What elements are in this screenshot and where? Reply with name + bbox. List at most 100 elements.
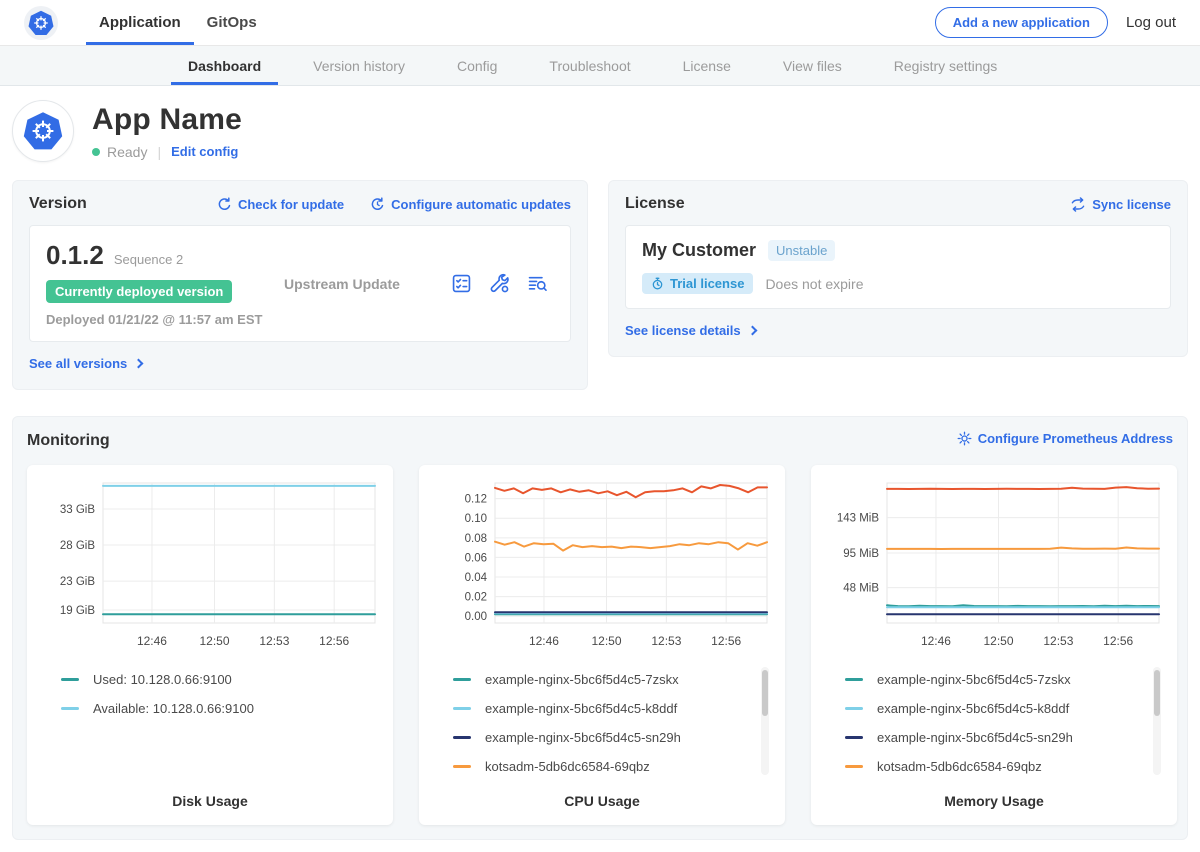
- svg-text:12:46: 12:46: [137, 634, 167, 648]
- legend-scrollbar-thumb[interactable]: [1154, 670, 1160, 716]
- see-all-versions-label: See all versions: [29, 356, 127, 371]
- disk-usage-chart-card: 19 GiB23 GiB28 GiB33 GiB12:4612:5012:531…: [27, 465, 393, 825]
- legend-color-dash: [845, 736, 863, 739]
- svg-text:0.06: 0.06: [465, 552, 487, 564]
- legend-color-dash: [453, 765, 471, 768]
- svg-text:12:50: 12:50: [592, 634, 622, 648]
- svg-text:33 GiB: 33 GiB: [60, 504, 95, 516]
- svg-text:0.04: 0.04: [465, 572, 488, 584]
- legend-color-dash: [61, 678, 79, 681]
- edit-config-label: Edit config: [171, 144, 238, 159]
- navbar-tab-application[interactable]: Application: [86, 0, 194, 45]
- logout-button[interactable]: Log out: [1126, 14, 1176, 31]
- legend-label: example-nginx-5bc6f5d4c5-7zskx: [485, 672, 679, 687]
- top-navbar: Application GitOps Add a new application…: [0, 0, 1200, 46]
- chevron-right-icon: [134, 359, 144, 369]
- svg-text:28 GiB: 28 GiB: [60, 540, 95, 552]
- svg-text:0.12: 0.12: [465, 494, 487, 506]
- subnav-tab-troubleshoot[interactable]: Troubleshoot: [532, 46, 647, 85]
- legend-color-dash: [845, 678, 863, 681]
- legend-item: example-nginx-5bc6f5d4c5-7zskx: [453, 665, 773, 694]
- svg-text:143 MiB: 143 MiB: [837, 513, 880, 525]
- navbar-tab-gitops[interactable]: GitOps: [194, 0, 270, 45]
- see-all-versions-link[interactable]: See all versions: [29, 356, 142, 371]
- chart-title-cpu: CPU Usage: [431, 793, 773, 809]
- legend-label: example-nginx-5bc6f5d4c5-k8ddf: [877, 701, 1069, 716]
- svg-text:48 MiB: 48 MiB: [843, 583, 879, 595]
- svg-text:19 GiB: 19 GiB: [60, 605, 95, 617]
- app-avatar: [12, 100, 74, 162]
- legend-scrollbar[interactable]: [761, 667, 769, 775]
- legend-scrollbar-thumb[interactable]: [762, 670, 768, 716]
- legend-label: example-nginx-5bc6f5d4c5-k8ddf: [485, 701, 677, 716]
- subnav-tab-version-history[interactable]: Version history: [296, 46, 422, 85]
- configure-automatic-updates-link[interactable]: Configure automatic updates: [370, 197, 571, 212]
- sync-license-link[interactable]: Sync license: [1070, 197, 1171, 212]
- sync-arrows-icon: [1070, 197, 1086, 212]
- trial-license-label: Trial license: [670, 276, 744, 291]
- license-box: My Customer Unstable Trial license Does …: [625, 225, 1171, 309]
- chevron-right-icon: [747, 326, 757, 336]
- legend-item: example-nginx-5bc6f5d4c5-7zskx: [845, 665, 1165, 694]
- legend-label: example-nginx-5bc6f5d4c5-7zskx: [877, 672, 1071, 687]
- subnav-tab-config[interactable]: Config: [440, 46, 514, 85]
- legend-color-dash: [453, 678, 471, 681]
- version-sequence: Sequence 2: [114, 252, 183, 267]
- subnav-tab-dashboard[interactable]: Dashboard: [171, 46, 278, 85]
- subnav-tab-license[interactable]: License: [666, 46, 748, 85]
- navbar-tab-gitops-label: GitOps: [207, 14, 257, 31]
- check-for-update-link[interactable]: Check for update: [217, 197, 344, 212]
- sync-license-label: Sync license: [1092, 197, 1171, 212]
- kubernetes-app-icon: [23, 111, 63, 151]
- status-ready-dot: [92, 148, 100, 156]
- legend-item: example-nginx-5bc6f5d4c5-sn29h: [845, 723, 1165, 752]
- svg-text:23 GiB: 23 GiB: [60, 576, 95, 588]
- check-for-update-label: Check for update: [238, 197, 344, 212]
- kubernetes-logo-icon: [28, 10, 54, 36]
- disk-usage-chart: 19 GiB23 GiB28 GiB33 GiB12:4612:5012:531…: [39, 475, 381, 661]
- legend-item: example-nginx-5bc6f5d4c5-sn29h: [453, 723, 773, 752]
- edit-config-link[interactable]: Edit config: [171, 144, 238, 159]
- legend-item: kotsadm-5db6dc6584-69qbz: [453, 752, 773, 781]
- navbar-tab-application-label: Application: [99, 14, 181, 31]
- svg-text:0.02: 0.02: [465, 592, 487, 604]
- legend-color-dash: [845, 765, 863, 768]
- legend-label: example-nginx-5bc6f5d4c5-sn29h: [877, 730, 1073, 745]
- svg-text:0.10: 0.10: [465, 513, 487, 525]
- legend-label: kotsadm-5db6dc6584-69qbz: [485, 759, 650, 774]
- page-title: App Name: [92, 103, 242, 137]
- monitoring-section: Monitoring Configure Prometheus Address …: [12, 416, 1188, 840]
- version-heading: Version: [29, 195, 87, 213]
- legend-label: kotsadm-5db6dc6584-69qbz: [877, 759, 1042, 774]
- configure-prometheus-label: Configure Prometheus Address: [978, 431, 1173, 446]
- memory-usage-chart: 48 MiB95 MiB143 MiB12:4612:5012:5312:56: [823, 475, 1165, 661]
- version-source: Upstream Update: [276, 276, 451, 292]
- license-heading: License: [625, 195, 685, 213]
- view-diff-icon[interactable]: [527, 273, 548, 294]
- edit-config-wrench-icon[interactable]: [489, 273, 510, 294]
- configure-prometheus-link[interactable]: Configure Prometheus Address: [957, 431, 1173, 446]
- svg-text:12:53: 12:53: [259, 634, 289, 648]
- svg-text:12:53: 12:53: [1043, 634, 1073, 648]
- svg-text:12:50: 12:50: [984, 634, 1014, 648]
- see-license-details-label: See license details: [625, 323, 741, 338]
- add-application-button[interactable]: Add a new application: [935, 7, 1108, 38]
- deployed-timestamp: Deployed 01/21/22 @ 11:57 am EST: [46, 312, 276, 327]
- release-notes-icon[interactable]: [451, 273, 472, 294]
- legend-scrollbar[interactable]: [1153, 667, 1161, 775]
- legend-item: Available: 10.128.0.66:9100: [61, 694, 381, 723]
- svg-text:12:56: 12:56: [711, 634, 741, 648]
- legend-color-dash: [845, 707, 863, 710]
- chart-title-disk: Disk Usage: [39, 793, 381, 809]
- svg-text:95 MiB: 95 MiB: [843, 548, 879, 560]
- subnav-tab-view-files[interactable]: View files: [766, 46, 859, 85]
- svg-text:12:50: 12:50: [200, 634, 230, 648]
- see-license-details-link[interactable]: See license details: [625, 323, 756, 338]
- svg-text:0.08: 0.08: [465, 533, 487, 545]
- cpu-usage-chart-card: 0.000.020.040.060.080.100.1212:4612:5012…: [419, 465, 785, 825]
- stopwatch-icon: [651, 277, 664, 290]
- legend-color-dash: [453, 736, 471, 739]
- svg-text:12:46: 12:46: [529, 634, 559, 648]
- version-number: 0.1.2: [46, 240, 104, 271]
- subnav-tab-registry-settings[interactable]: Registry settings: [877, 46, 1014, 85]
